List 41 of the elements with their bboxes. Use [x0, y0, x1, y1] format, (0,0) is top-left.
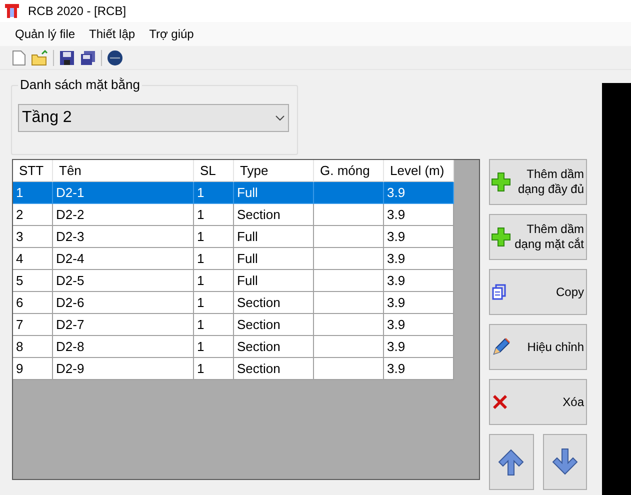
move-up-button[interactable]: [489, 434, 534, 490]
table-row[interactable]: 2 D2-2 1 Section 3.9: [13, 204, 454, 226]
table-row[interactable]: 4 D2-4 1 Full 3.9: [13, 248, 454, 270]
save-icon[interactable]: [59, 50, 75, 66]
down-arrow-icon: [550, 447, 580, 477]
copy-icon: [491, 284, 507, 300]
group-label: Danh sách mặt bằng: [18, 77, 142, 93]
menu-item[interactable]: Thiết lập: [82, 25, 142, 43]
move-down-button[interactable]: [542, 434, 587, 490]
action-button[interactable]: Thêm dầm dạng mặt cắt: [489, 214, 587, 260]
floor-dropdown[interactable]: Tầng 2: [18, 104, 289, 132]
action-button[interactable]: Thêm dầm dạng đầy đủ: [489, 159, 587, 205]
pencil-icon: [491, 337, 511, 357]
table-cell: Section: [234, 358, 314, 380]
table-row[interactable]: 6 D2-6 1 Section 3.9: [13, 292, 454, 314]
action-button[interactable]: Hiệu chỉnh: [489, 324, 587, 370]
delete-icon: [491, 393, 509, 411]
table-cell: D2-9: [53, 358, 194, 380]
table-row[interactable]: 3 D2-3 1 Full 3.9: [13, 226, 454, 248]
table-cell: 9: [13, 358, 53, 380]
action-button[interactable]: Xóa: [489, 379, 587, 425]
table-row[interactable]: 5 D2-5 1 Full 3.9: [13, 270, 454, 292]
table-row[interactable]: 7 D2-7 1 Section 3.9: [13, 314, 454, 336]
table-cell: 3.9: [384, 358, 454, 380]
table-row[interactable]: 9 D2-9 1 Section 3.9: [13, 358, 454, 380]
new-file-icon[interactable]: [12, 50, 26, 66]
save-all-icon[interactable]: [80, 50, 96, 66]
window-title: RCB 2020 - [RCB]: [28, 3, 126, 20]
plus-icon: [491, 227, 511, 247]
app-icon: [4, 3, 20, 19]
table-row[interactable]: 1 D2-1 1 Full 3.9: [13, 182, 454, 204]
table-cell: 1: [194, 358, 234, 380]
chevron-down-icon: [275, 115, 285, 121]
menu-item[interactable]: Quản lý file: [8, 25, 82, 43]
table-row[interactable]: 8 D2-8 1 Section 3.9: [13, 336, 454, 358]
menu-item[interactable]: Trợ giúp: [142, 25, 201, 43]
folder-icon[interactable]: [31, 50, 48, 66]
table-cell: [314, 358, 384, 380]
up-arrow-icon: [496, 447, 526, 477]
action-button[interactable]: Copy: [489, 269, 587, 315]
plus-icon: [491, 172, 511, 192]
